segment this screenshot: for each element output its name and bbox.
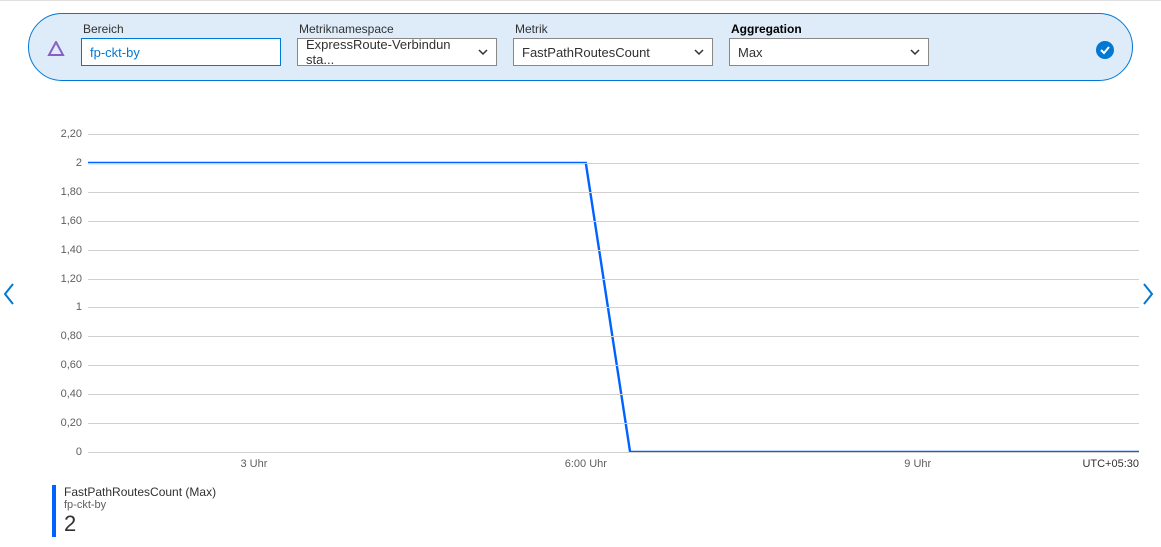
metric-value: FastPathRoutesCount: [522, 45, 650, 60]
y-tick-label: 0: [52, 446, 82, 458]
gridline: [88, 163, 1139, 164]
namespace-label: Metriknamespace: [297, 22, 497, 36]
legend-resource-name: fp-ckt-by: [64, 499, 216, 511]
scope-value: fp-ckt-by: [90, 45, 140, 60]
y-tick-label: 1,20: [52, 273, 82, 285]
aggregation-label: Aggregation: [729, 22, 929, 36]
gridline: [88, 365, 1139, 366]
scope-label: Bereich: [81, 22, 281, 36]
resource-icon: [47, 41, 65, 59]
y-tick-label: 0,40: [52, 388, 82, 400]
chevron-down-icon: [694, 45, 704, 60]
y-tick-label: 2: [52, 157, 82, 169]
gridline: [88, 307, 1139, 308]
namespace-field: Metriknamespace ExpressRoute-Verbindun s…: [297, 22, 497, 66]
gridline: [88, 279, 1139, 280]
gridline: [88, 394, 1139, 395]
y-tick-label: 1,80: [52, 186, 82, 198]
gridline: [88, 192, 1139, 193]
namespace-value: ExpressRoute-Verbindun sta...: [306, 37, 478, 67]
gridline: [88, 336, 1139, 337]
y-tick-label: 0,80: [52, 330, 82, 342]
metric-filter-pill: Bereich fp-ckt-by Metriknamespace Expres…: [28, 13, 1133, 81]
scope-field: Bereich fp-ckt-by: [81, 22, 281, 66]
aggregation-field: Aggregation Max: [729, 22, 929, 66]
y-tick-label: 0,20: [52, 417, 82, 429]
y-tick-label: 1: [52, 301, 82, 313]
y-tick-label: 2,20: [52, 128, 82, 140]
scope-selector[interactable]: fp-ckt-by: [81, 38, 281, 66]
aggregation-selector[interactable]: Max: [729, 38, 929, 66]
metric-field: Metrik FastPathRoutesCount: [513, 22, 713, 66]
x-tick-label: 3 Uhr: [240, 458, 267, 470]
chart-legend[interactable]: FastPathRoutesCount (Max) fp-ckt-by 2: [52, 485, 216, 537]
gridline: [88, 452, 1139, 453]
y-tick-label: 0,60: [52, 359, 82, 371]
gridline: [88, 134, 1139, 135]
x-tick-label: 9 Uhr: [904, 458, 931, 470]
scroll-left-button[interactable]: [2, 280, 16, 308]
series-line: [88, 134, 1139, 452]
y-tick-label: 1,60: [52, 215, 82, 227]
y-tick-label: 1,40: [52, 244, 82, 256]
chevron-left-icon: [3, 282, 15, 306]
metrics-chart: UTC+05:30 2,20 2 1,80 1,60 1,40 1,20 1 0,80 0,60…: [52, 124, 1139, 476]
chevron-down-icon: [910, 45, 920, 60]
gridline: [88, 221, 1139, 222]
chevron-down-icon: [478, 45, 488, 60]
legend-text: FastPathRoutesCount (Max) fp-ckt-by 2: [64, 485, 216, 537]
gridline: [88, 250, 1139, 251]
filter-confirm-badge[interactable]: [1096, 41, 1114, 59]
gridline: [88, 423, 1139, 424]
metric-label: Metrik: [513, 22, 713, 36]
legend-series-name: FastPathRoutesCount (Max): [64, 485, 216, 499]
metric-filter-region: Bereich fp-ckt-by Metriknamespace Expres…: [0, 0, 1161, 81]
timezone-label: UTC+05:30: [1082, 458, 1139, 470]
legend-color-swatch: [52, 485, 56, 537]
plot-area: [88, 134, 1139, 452]
aggregation-value: Max: [738, 45, 763, 60]
legend-current-value: 2: [64, 511, 216, 537]
metric-selector[interactable]: FastPathRoutesCount: [513, 38, 713, 66]
scroll-right-button[interactable]: [1141, 280, 1155, 308]
namespace-selector[interactable]: ExpressRoute-Verbindun sta...: [297, 38, 497, 66]
check-icon: [1100, 45, 1110, 55]
chevron-right-icon: [1142, 282, 1154, 306]
x-tick-label: 6:00 Uhr: [565, 458, 607, 470]
